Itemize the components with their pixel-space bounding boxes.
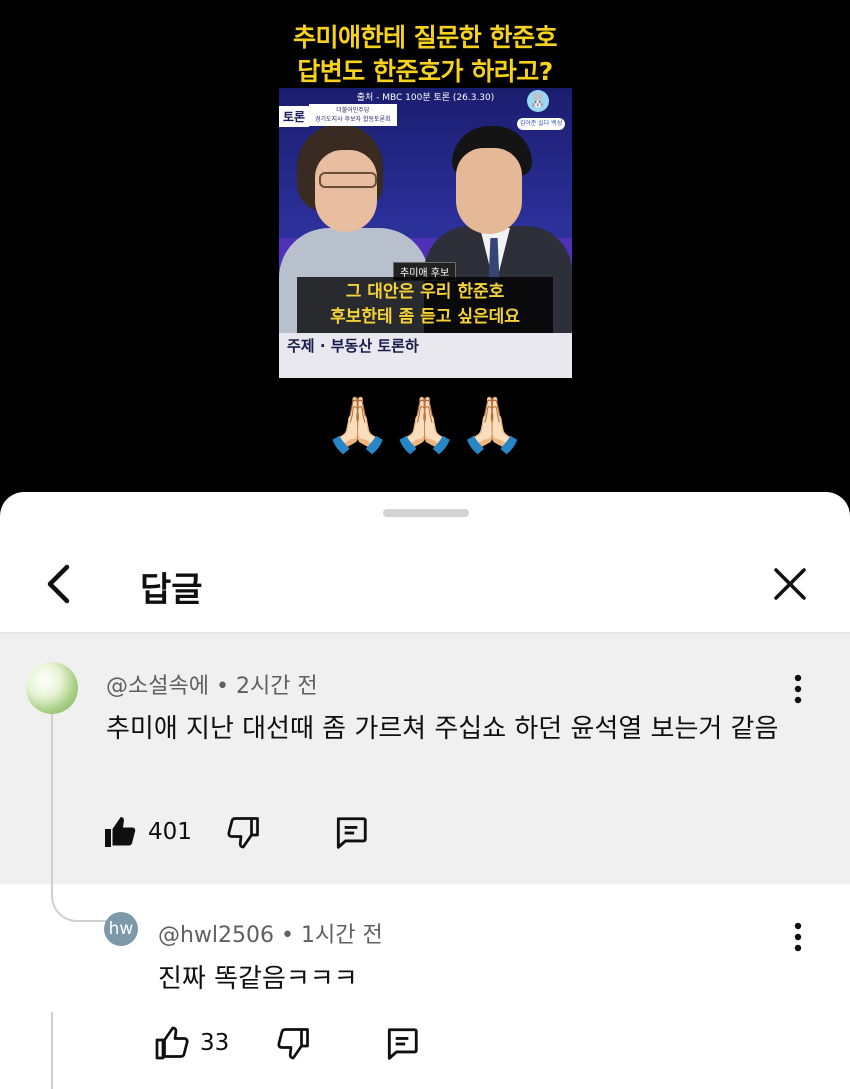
- channel-tag: 김어준 싫다 백성: [517, 118, 565, 130]
- video-player[interactable]: 추미애한테 질문한 한준호 답변도 한준호가 하라고? 출처 - MBC 100…: [0, 0, 850, 500]
- replies-sheet: 답글 @소설속에 • 2시간 전 추미애 지난 대선때 좀 가르쳐 주십쇼 하던…: [0, 492, 850, 1089]
- meta-separator: •: [215, 674, 236, 699]
- dislike-button[interactable]: [226, 814, 262, 854]
- dislike-button[interactable]: [276, 1025, 312, 1065]
- thread-line-curve: [51, 860, 109, 922]
- praying-hands-emoji: 🙏🏻🙏🏻🙏🏻: [324, 393, 526, 456]
- like-button[interactable]: [154, 1025, 190, 1065]
- reply-author[interactable]: @hwl2506: [158, 923, 274, 948]
- more-options-button[interactable]: [783, 918, 813, 958]
- comment-icon: [387, 1028, 418, 1060]
- chevron-left-icon: [47, 564, 70, 604]
- comment-text: 추미애 지난 대선때 좀 가르쳐 주십쇼 하던 윤석열 보는거 같음: [106, 714, 779, 744]
- reply-time[interactable]: 1시간 전: [301, 923, 383, 948]
- more-options-button[interactable]: [783, 670, 813, 710]
- reply-meta: @hwl2506 • 1시간 전: [158, 917, 383, 949]
- program-info-line1: 더불어민주당: [336, 107, 370, 114]
- thumbs-up-icon: [105, 817, 136, 847]
- thread-line: [51, 1012, 53, 1089]
- lower-caption: 주제 · 부동산 토론하: [287, 337, 419, 355]
- close-icon: [774, 568, 806, 600]
- program-info: 더불어민주당 경기도지사 후보자 합동토론회: [309, 104, 397, 126]
- comment-time[interactable]: 2시간 전: [236, 674, 318, 699]
- video-title-line1: 추미애한테 질문한 한준호: [293, 23, 557, 52]
- video-frame: 출처 - MBC 100분 토론 (26.3.30) 토론 더불어민주당 경기도…: [279, 88, 572, 378]
- back-button[interactable]: [35, 559, 85, 609]
- program-logo: 토론: [279, 106, 310, 127]
- video-subtitle: 그 대안은 우리 한준호 후보한테 좀 듣고 싶은데요: [297, 277, 553, 333]
- avatar[interactable]: hw: [104, 912, 138, 946]
- more-vertical-icon: [794, 674, 802, 704]
- like-count: 401: [148, 819, 192, 845]
- like-count: 33: [200, 1030, 230, 1056]
- thumbs-up-icon: [155, 1026, 189, 1060]
- close-button[interactable]: [765, 559, 815, 609]
- thumbs-down-icon: [277, 1028, 309, 1060]
- comment-meta: @소설속에 • 2시간 전: [106, 668, 318, 700]
- meta-separator: •: [281, 923, 302, 948]
- reply-button[interactable]: [383, 1025, 421, 1067]
- reply-text: 진짜 똑같음ㅋㅋㅋ: [158, 964, 358, 994]
- sheet-title: 답글: [140, 570, 203, 610]
- rabbit-icon: 🐰: [527, 90, 549, 112]
- like-button[interactable]: [102, 814, 138, 854]
- avatar[interactable]: [26, 662, 78, 714]
- subtitle-line2: 후보한테 좀 듣고 싶은데요: [330, 307, 520, 327]
- drag-handle[interactable]: [383, 509, 469, 517]
- program-info-line2: 경기도지사 후보자 합동토론회: [315, 116, 391, 123]
- more-vertical-icon: [794, 922, 802, 952]
- thumbs-down-icon: [227, 817, 259, 849]
- subtitle-line1: 그 대안은 우리 한준호: [345, 282, 505, 302]
- sheet-header: 답글: [0, 522, 850, 632]
- reply-button[interactable]: [332, 814, 370, 856]
- comment-icon: [336, 817, 367, 849]
- video-title-line2: 답변도 한준호가 하라고?: [297, 57, 553, 86]
- comment-author[interactable]: @소설속에: [106, 674, 209, 699]
